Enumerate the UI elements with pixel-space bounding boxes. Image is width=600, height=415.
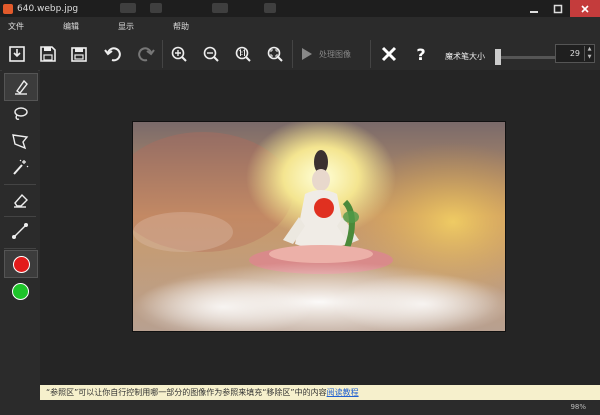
zoom-in-button[interactable] (167, 42, 191, 66)
brush-size-value[interactable]: 29 (560, 49, 580, 58)
cancel-button[interactable] (377, 42, 401, 66)
tutorial-link[interactable]: 阅读教程 (327, 387, 359, 398)
hint-message: “参照区”可以让你自行控制用哪一部分的图像作为参照来填充“移除区”中的内容 (46, 388, 327, 397)
window-title: 640.webp.jpg (17, 3, 79, 14)
actual-size-icon (235, 46, 251, 62)
color-green-button[interactable] (4, 278, 36, 304)
tool-sidebar (2, 70, 38, 385)
maximize-button[interactable] (546, 0, 570, 17)
save-button[interactable] (36, 42, 60, 66)
question-icon: ? (416, 45, 425, 63)
open-icon (9, 46, 25, 62)
open-button[interactable] (5, 42, 29, 66)
maximize-icon (553, 4, 563, 13)
polygon-lasso-icon (12, 134, 29, 150)
toolbar: 处理图像 ? 魔术笔大小 (0, 37, 600, 71)
app-icon (3, 3, 13, 14)
blurred-tab (264, 3, 276, 13)
zoom-in-icon (171, 46, 187, 62)
play-icon (302, 48, 312, 60)
menu-file[interactable]: 文件 (8, 21, 24, 32)
close-button[interactable] (570, 0, 600, 17)
eraser-tool[interactable] (4, 187, 36, 213)
menu-bar: 文件 编辑 显示 帮助 (0, 17, 600, 38)
fit-icon (267, 46, 283, 62)
redo-button[interactable] (134, 42, 158, 66)
minimize-button[interactable] (522, 0, 546, 17)
save-as-icon (71, 47, 87, 62)
brush-size-slider-thumb[interactable] (495, 49, 501, 65)
menu-edit[interactable]: 编辑 (63, 21, 79, 32)
bottom-bar: 98% (0, 400, 600, 415)
red-color-swatch (12, 255, 30, 273)
line-tool[interactable] (4, 218, 36, 244)
undo-icon (104, 47, 121, 62)
menu-view[interactable]: 显示 (118, 21, 134, 32)
title-bar: 640.webp.jpg (0, 0, 600, 17)
zoom-out-icon (203, 46, 219, 62)
process-image-button[interactable]: 处理图像 (297, 42, 351, 66)
brush-size-spinbox[interactable]: 29 ▲ ▼ (555, 44, 595, 63)
green-color-swatch (11, 282, 29, 300)
blurred-tab (150, 3, 162, 13)
actual-size-button[interactable] (231, 42, 255, 66)
minimize-icon (530, 10, 538, 13)
lasso-tool[interactable] (4, 101, 36, 127)
undo-button[interactable] (101, 42, 125, 66)
close-icon (581, 4, 589, 13)
color-red-button[interactable] (4, 250, 38, 278)
lasso-icon (14, 107, 28, 120)
line-icon (12, 223, 28, 239)
zoom-level: 98% (570, 403, 586, 411)
process-image-label: 处理图像 (319, 49, 351, 59)
redo-icon (138, 47, 155, 62)
help-button[interactable]: ? (409, 42, 433, 66)
spin-up-icon[interactable]: ▲ (585, 46, 594, 53)
magic-wand-tool[interactable] (4, 154, 36, 180)
image-illustration (133, 122, 505, 331)
brush-size-label: 魔术笔大小 (445, 52, 485, 61)
svg-text:?: ? (416, 45, 425, 63)
brush-size-slider[interactable] (495, 56, 555, 59)
cross-icon (381, 46, 397, 62)
hint-bar: “参照区”可以让你自行控制用哪一部分的图像作为参照来填充“移除区”中的内容 阅读… (40, 385, 600, 400)
marker-tool[interactable] (4, 73, 38, 101)
loaded-image[interactable] (132, 121, 506, 332)
blurred-tab (212, 3, 228, 13)
fit-window-button[interactable] (263, 42, 287, 66)
spin-down-icon[interactable]: ▼ (585, 54, 594, 61)
save-as-button[interactable] (67, 42, 91, 66)
polygon-lasso-tool[interactable] (4, 128, 36, 154)
marker-icon (15, 79, 28, 95)
magic-wand-icon (13, 159, 29, 175)
menu-help[interactable]: 帮助 (173, 21, 189, 32)
eraser-icon (14, 193, 28, 208)
blurred-tab (120, 3, 136, 13)
save-icon (40, 46, 56, 62)
zoom-out-button[interactable] (199, 42, 223, 66)
